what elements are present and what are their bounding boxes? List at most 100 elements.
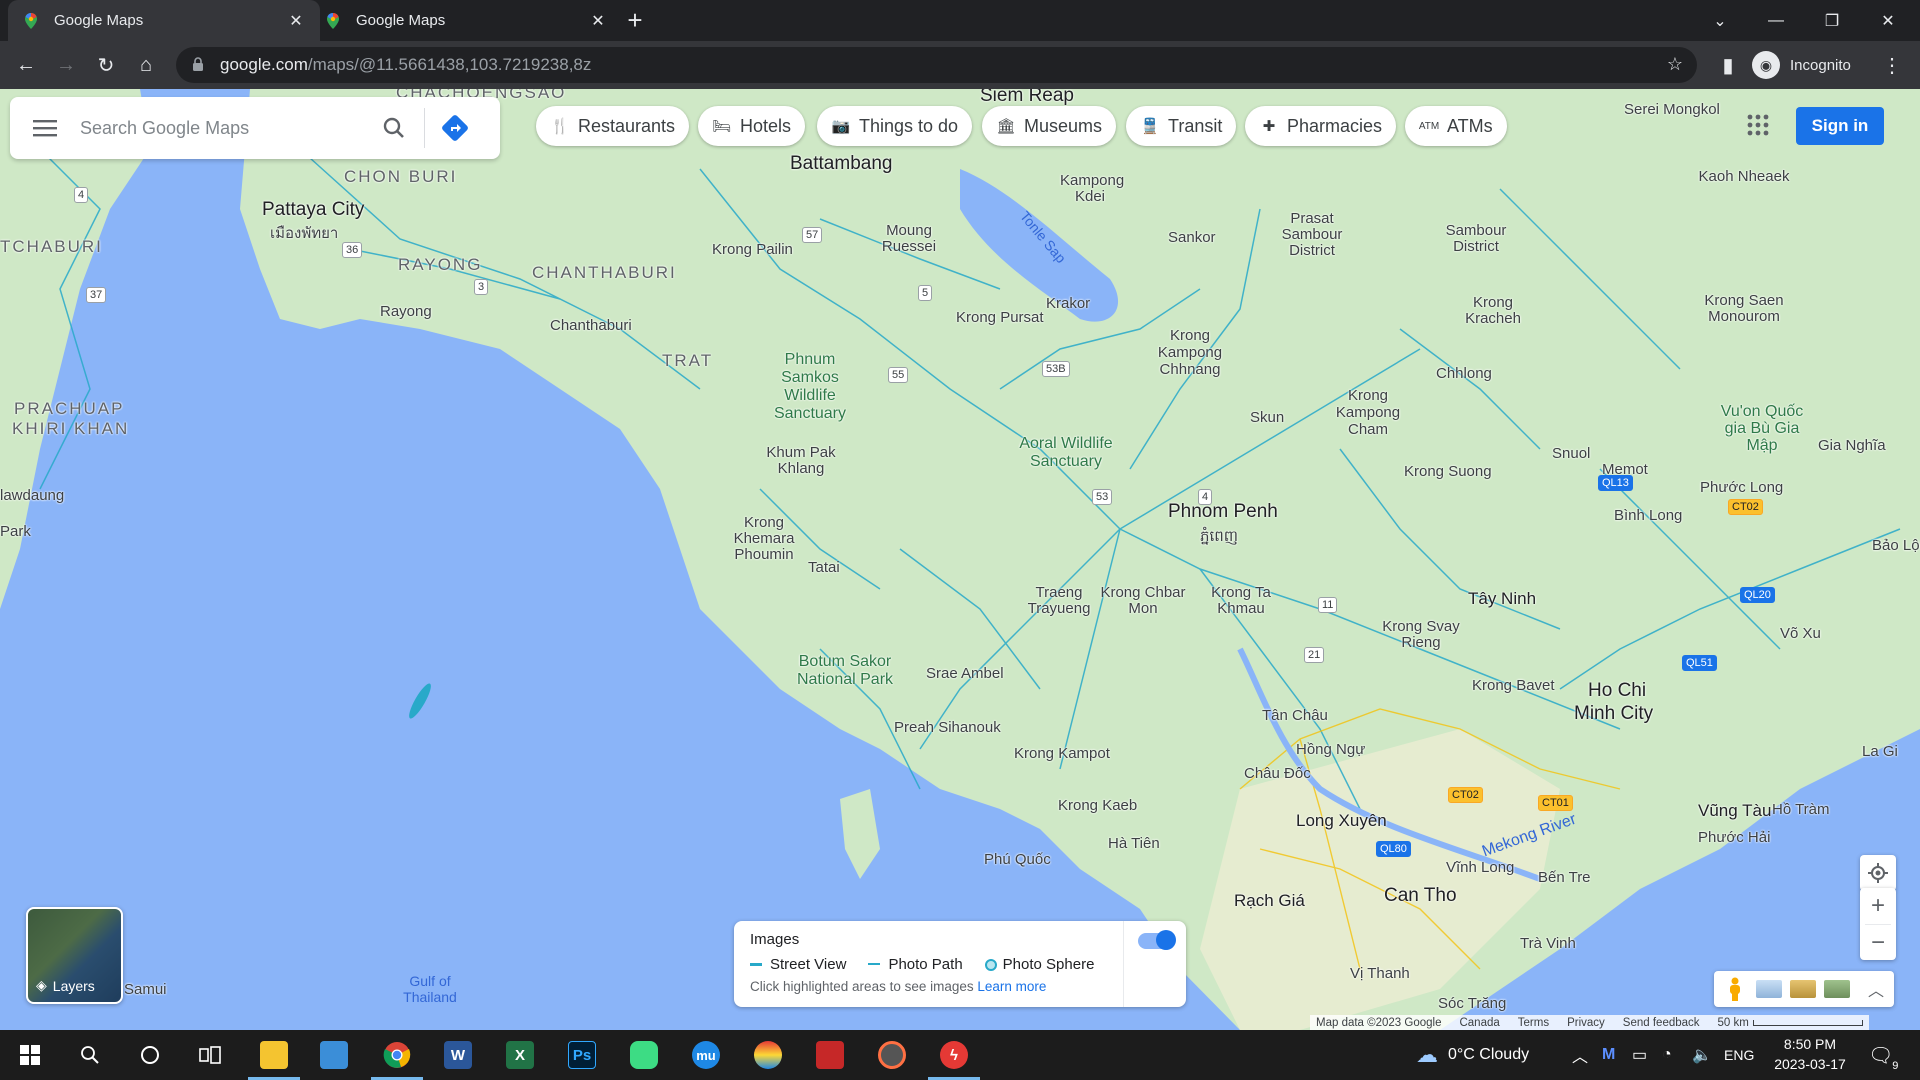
close-tab-icon[interactable]: ✕ — [286, 11, 306, 31]
chip-hotels[interactable]: 🛏 Hotels — [698, 106, 806, 146]
label-vung-tau[interactable]: Vũng Tàu — [1698, 801, 1771, 821]
label-tay-ninh[interactable]: Tây Ninh — [1468, 589, 1536, 609]
chip-things-to-do[interactable]: 📷 Things to do — [817, 106, 973, 146]
minimize-icon[interactable]: — — [1748, 0, 1804, 41]
bookmark-star-icon[interactable]: ☆ — [1667, 54, 1683, 75]
label-pattaya-thai: เมืองพัทยา — [270, 225, 339, 242]
my-location-icon[interactable] — [1860, 855, 1896, 891]
country-link[interactable]: Canada — [1459, 1017, 1499, 1029]
label-long-xuyen[interactable]: Long Xuyên — [1296, 811, 1387, 831]
tab-google-maps-1[interactable]: Google Maps ✕ — [8, 0, 320, 41]
task-view-icon[interactable] — [180, 1030, 240, 1080]
browser-menu-icon[interactable]: ⋮ — [1878, 51, 1906, 79]
label-siem-reap[interactable]: Siem Reap — [980, 89, 1074, 107]
app-rainbow-icon[interactable] — [738, 1030, 798, 1080]
system-clock[interactable]: 8:50 PM 2023-03-17 — [1764, 1034, 1856, 1074]
expand-chevron-icon[interactable]: ︿ — [1868, 977, 1884, 1001]
label-rach-gia[interactable]: Rạch Giá — [1234, 891, 1305, 911]
taskbar-search-icon[interactable] — [60, 1030, 120, 1080]
label-krong-pailin: Krong Pailin — [712, 241, 793, 258]
terms-link[interactable]: Terms — [1518, 1017, 1549, 1029]
sign-in-button[interactable]: Sign in — [1796, 107, 1884, 145]
imagery-thumb-1[interactable] — [1756, 980, 1782, 998]
red-app-logo — [816, 1041, 844, 1069]
label-ha-tien: Hà Tiên — [1108, 835, 1160, 852]
tab-search-icon[interactable]: ⌄ — [1692, 0, 1748, 41]
app-flash-icon[interactable]: ϟ — [924, 1030, 984, 1080]
mu-logo: mu — [692, 1041, 720, 1069]
hotel-icon: 🛏 — [712, 118, 732, 135]
chip-atms[interactable]: ATM ATMs — [1405, 106, 1507, 146]
hamburger-menu-icon[interactable] — [10, 97, 80, 159]
language-indicator[interactable]: ENG — [1724, 1030, 1754, 1080]
layers-button[interactable]: ◈ Layers — [26, 907, 123, 1004]
app-media-icon[interactable] — [862, 1030, 922, 1080]
scale-label[interactable]: 50 km — [1718, 1017, 1749, 1029]
word-icon[interactable]: W — [428, 1030, 488, 1080]
label-can-tho[interactable]: Can Tho — [1384, 885, 1457, 907]
restore-icon[interactable]: ❐ — [1804, 0, 1860, 41]
incognito-profile[interactable]: ◉ Incognito — [1752, 47, 1851, 83]
legend-street-view: Street View — [750, 956, 846, 973]
imagery-thumb-3[interactable] — [1824, 980, 1850, 998]
battery-icon[interactable]: ▭ — [1632, 1030, 1647, 1080]
chip-transit[interactable]: 🚆 Transit — [1126, 106, 1237, 146]
back-icon[interactable]: ← — [12, 51, 40, 79]
notification-center-icon[interactable]: 🗨 9 — [1868, 1030, 1902, 1080]
windows-start-icon[interactable] — [0, 1030, 60, 1080]
label-vinh-long: Vĩnh Long — [1446, 859, 1515, 876]
google-apps-icon[interactable] — [1740, 107, 1776, 143]
reload-icon[interactable]: ↻ — [92, 51, 120, 79]
zoom-in-button[interactable]: + — [1860, 888, 1896, 924]
cloud-icon: ☁ — [1416, 1042, 1438, 1067]
label-ben-tre: Bến Tre — [1538, 869, 1591, 886]
zoom-out-button[interactable]: − — [1860, 925, 1896, 961]
address-bar[interactable]: google.com/maps/@11.5661438,103.7219238,… — [176, 47, 1697, 83]
label-ho-chi-minh[interactable]: Ho Chi — [1588, 680, 1646, 702]
network-icon[interactable]: ◔ — [1662, 1030, 1672, 1080]
excel-icon[interactable]: X — [490, 1030, 550, 1080]
send-feedback-link[interactable]: Send feedback — [1623, 1017, 1700, 1029]
learn-more-link[interactable]: Learn more — [977, 979, 1046, 994]
imagery-thumb-2[interactable] — [1790, 980, 1816, 998]
route-shield: 4 — [1198, 489, 1213, 505]
directions-icon[interactable] — [431, 104, 479, 152]
photoshop-icon[interactable]: Ps — [552, 1030, 612, 1080]
weather-widget[interactable]: ☁ 0°C Cloudy — [1416, 1030, 1529, 1080]
forward-icon[interactable]: → — [52, 51, 80, 79]
volume-icon[interactable]: 🔈 — [1692, 1030, 1712, 1080]
app-red-icon[interactable] — [800, 1030, 860, 1080]
file-explorer-icon[interactable] — [244, 1030, 304, 1080]
lock-icon — [192, 57, 206, 73]
pharmacy-icon: ✚ — [1262, 118, 1276, 135]
control-panel-icon[interactable] — [304, 1030, 364, 1080]
map-canvas[interactable]: Phnom Penh ភ្នំពេញ Ho Chi Minh City Batt… — [0, 89, 1920, 1030]
label-phnom-penh[interactable]: Phnom Penh — [1168, 501, 1278, 523]
label-battambang[interactable]: Battambang — [790, 153, 892, 175]
search-icon[interactable] — [370, 104, 418, 152]
images-toggle[interactable] — [1138, 930, 1176, 950]
cortana-icon[interactable] — [120, 1030, 180, 1080]
chip-restaurants[interactable]: 🍴 Restaurants — [536, 106, 690, 146]
route-shield: 37 — [86, 287, 107, 303]
tab-google-maps-2[interactable]: Google Maps ✕ — [310, 0, 622, 41]
chip-museums[interactable]: 🏛 Museums — [982, 106, 1117, 146]
close-tab-icon[interactable]: ✕ — [588, 11, 608, 31]
chip-pharmacies[interactable]: ✚ Pharmacies — [1245, 106, 1397, 146]
show-hidden-icons[interactable]: ︿ — [1572, 1030, 1588, 1080]
app-mu-icon[interactable]: mu — [676, 1030, 736, 1080]
home-icon[interactable]: ⌂ — [132, 51, 160, 79]
new-tab-button[interactable]: + — [622, 7, 648, 34]
search-input[interactable] — [80, 117, 370, 139]
label-khiri-khan: KHIRI KHAN — [12, 419, 130, 438]
close-window-icon[interactable]: ✕ — [1860, 0, 1916, 41]
label-chanthaburi-city: Chanthaburi — [550, 317, 632, 334]
label-pattaya[interactable]: Pattaya City — [262, 199, 364, 221]
privacy-link[interactable]: Privacy — [1567, 1017, 1605, 1029]
pegman-icon[interactable] — [1722, 976, 1748, 1002]
app-android-icon[interactable] — [614, 1030, 674, 1080]
street-view-strip: ︿ — [1714, 971, 1894, 1007]
meet-icon[interactable]: M — [1602, 1030, 1615, 1080]
chrome-icon[interactable] — [367, 1030, 427, 1080]
side-panel-icon[interactable]: ▮ — [1714, 51, 1742, 79]
